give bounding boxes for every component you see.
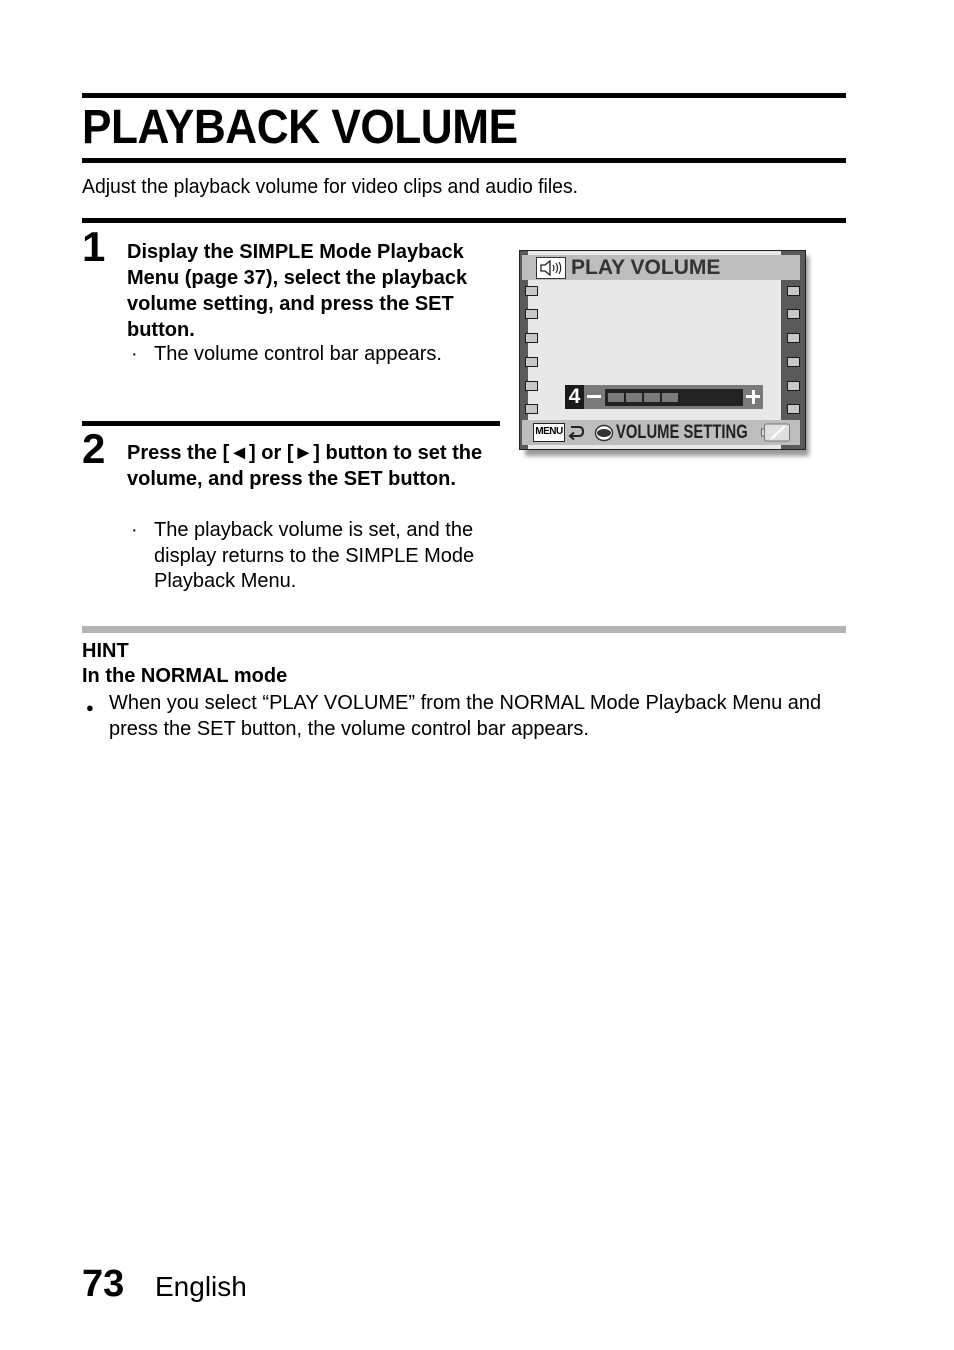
intro-text: Adjust the playback volume for video cli… [82, 176, 579, 198]
film-perforation [787, 333, 800, 343]
title-top-rule [82, 93, 846, 98]
film-perforation [525, 381, 538, 391]
volume-plus-icon-vertical [751, 390, 755, 404]
speaker-icon [536, 257, 566, 279]
film-perforation [525, 357, 538, 367]
return-arrow-icon [568, 426, 585, 441]
bullet-dot: · [131, 519, 138, 541]
volume-minus-icon[interactable] [587, 395, 601, 398]
step-1-bullets: · The volume control bar appears. [127, 342, 507, 368]
menu-button-icon: MENU [533, 423, 565, 442]
film-perforation [787, 381, 800, 391]
step-1-rule [82, 218, 846, 223]
film-perforation [525, 309, 538, 319]
step-2-number: 2 [82, 425, 106, 472]
volume-control-bar[interactable]: 4 [565, 385, 763, 409]
film-perforation [525, 286, 538, 296]
battery-icon [761, 423, 790, 442]
step-2-bullets: · The playback volume is set, and the dis… [127, 518, 507, 595]
bullet-dot: ● [86, 700, 94, 715]
film-perforation [525, 333, 538, 343]
step-2-instruction: Press the [◄] or [►] button to set the v… [127, 442, 483, 490]
page-language: English [155, 1271, 247, 1302]
hint-subtitle: In the NORMAL mode [82, 665, 288, 687]
volume-segment [662, 393, 678, 402]
list-item: · The volume control bar appears. [127, 342, 507, 368]
bullet-dot: · [131, 343, 138, 365]
step-2-rule [82, 421, 500, 426]
volume-segment [644, 393, 660, 402]
step-1-number: 1 [82, 223, 106, 270]
volume-value: 4 [565, 385, 584, 409]
volume-segment [608, 393, 624, 402]
film-perforation [787, 309, 800, 319]
screen-title: PLAY VOLUME [571, 256, 721, 279]
camera-screen: PLAY VOLUME 4 MENU VOLUME SETTING [519, 250, 806, 450]
film-perforation [787, 404, 800, 414]
step-1-instruction: Display the SIMPLE Mode Playback Menu (p… [127, 241, 468, 341]
film-perforation [787, 286, 800, 296]
film-perforation [787, 357, 800, 367]
list-item: ● When you select “PLAY VOLUME” from the … [86, 692, 822, 740]
dial-icon [594, 424, 614, 442]
hint-label: HINT [82, 640, 129, 662]
page-number: 73 [82, 1263, 125, 1305]
list-item: · The playback volume is set, and the dis… [131, 519, 475, 592]
title-bottom-rule [82, 158, 846, 163]
hint-bullets: ● When you select “PLAY VOLUME” from the … [86, 690, 846, 742]
volume-level-bar [605, 389, 743, 406]
status-text: VOLUME SETTING [616, 422, 748, 443]
page-title: PLAYBACK VOLUME [82, 101, 518, 154]
hint-rule [82, 626, 846, 633]
film-perforation [525, 404, 538, 414]
volume-segment [626, 393, 642, 402]
